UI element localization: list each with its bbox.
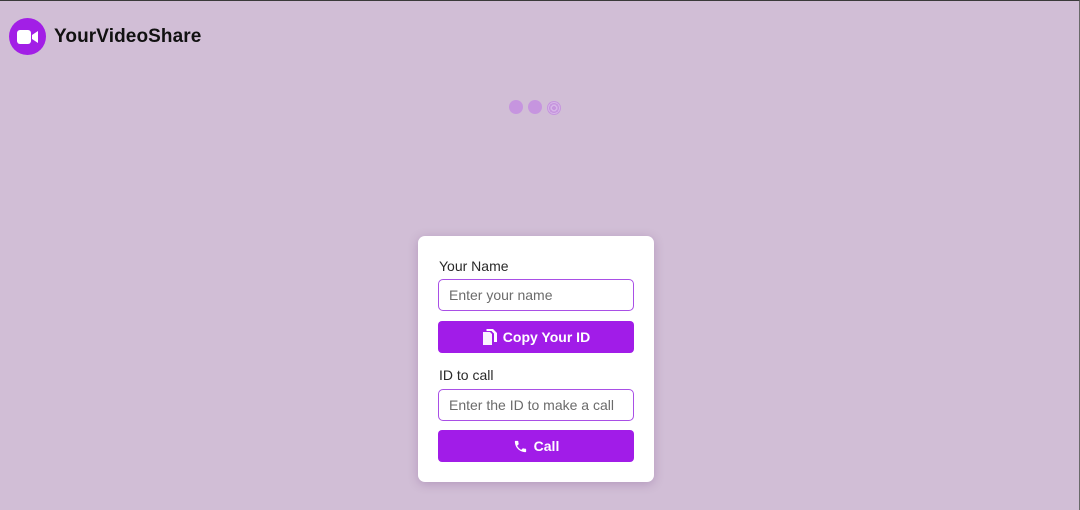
loader-dot: [528, 100, 542, 114]
phone-icon: [513, 439, 528, 454]
loader-dot: [547, 101, 561, 115]
call-button[interactable]: Call: [438, 430, 634, 462]
copy-document-icon: [482, 328, 497, 346]
id-to-call-label: ID to call: [439, 367, 494, 383]
copy-id-button-label: Copy Your ID: [502, 329, 591, 345]
copy-id-button[interactable]: Copy Your ID: [438, 321, 634, 353]
brand: YourVideoShare: [9, 18, 201, 55]
brand-title: YourVideoShare: [54, 25, 202, 47]
video-camera-icon: [9, 18, 46, 55]
call-button-label: Call: [533, 438, 560, 454]
name-input[interactable]: [438, 279, 634, 311]
loading-dots-icon: [509, 100, 561, 115]
loader-dot: [509, 100, 523, 114]
name-label: Your Name: [439, 258, 509, 274]
id-to-call-input[interactable]: [438, 389, 634, 421]
call-form-card: Your Name Copy Your ID ID to call Call: [418, 236, 654, 482]
